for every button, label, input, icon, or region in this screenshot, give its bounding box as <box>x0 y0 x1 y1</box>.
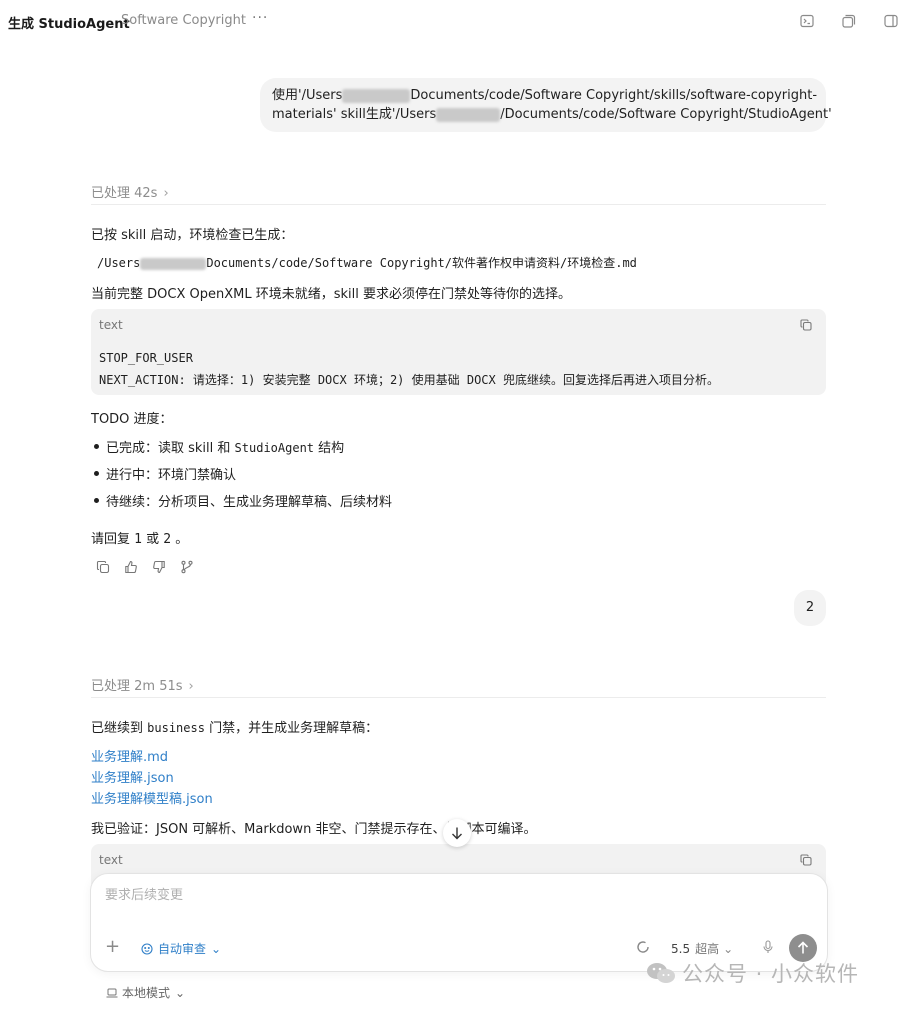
auto-review-label: 自动审查 <box>158 942 207 956</box>
local-mode-dropdown[interactable]: 本地模式 ⌄ <box>106 984 185 1001</box>
list-item-text: 待继续：分析项目、生成业务理解草稿、后续材料 <box>106 495 393 510</box>
scroll-to-bottom-button[interactable] <box>443 819 471 847</box>
chevron-down-icon: ⌄ <box>175 986 186 1000</box>
processed-label: 已处理 42s <box>91 186 158 201</box>
model-selector[interactable]: 5.5 超高 ⌄ <box>671 940 733 957</box>
file-path: /Users Documents/code/Software Copyright/… <box>97 254 637 271</box>
local-mode-label: 本地模式 <box>122 986 171 1000</box>
copy-icon[interactable] <box>800 319 812 331</box>
assistant-text: 已按 skill 启动，环境检查已生成： <box>91 228 294 243</box>
processed-duration-toggle[interactable]: 已处理 2m 51s › <box>91 675 194 694</box>
message-text: 使用'/Users <box>272 88 343 103</box>
watermark-text: 公众号 · 小众软件 <box>682 962 860 986</box>
chevron-right-icon: › <box>188 679 194 694</box>
todo-title: TODO 进度： <box>91 412 173 427</box>
thumbs-up-icon[interactable] <box>124 560 138 574</box>
code-language-label: text <box>99 853 123 867</box>
redacted-text <box>342 88 411 103</box>
path-text: /Users <box>97 256 141 270</box>
message-text: 我已验证：JSON 可解析、Markdown 非空、门禁提示存在、校 <box>91 822 459 837</box>
list-item-text: 结构 <box>314 441 345 456</box>
user-message: 2 <box>794 590 826 626</box>
assistant-text: 已继续到 business 门禁，并生成业务理解草稿： <box>91 717 378 736</box>
arrow-up-icon <box>797 941 809 954</box>
message-text: 门禁，并生成业务理解草稿： <box>204 721 379 736</box>
inline-code: 2 <box>163 532 172 547</box>
redacted-text <box>140 257 207 270</box>
chevron-right-icon: › <box>163 186 169 201</box>
arrow-down-icon <box>452 827 462 840</box>
terminal-icon[interactable] <box>800 14 814 28</box>
file-link[interactable]: 业务理解.json <box>91 767 174 786</box>
auto-review-icon <box>141 943 153 955</box>
copy-icon[interactable] <box>96 560 110 574</box>
reply-prompt: 请回复 1 或 2 。 <box>91 528 188 547</box>
auto-review-dropdown[interactable]: 自动审查 ⌄ <box>141 940 221 957</box>
copy-icon[interactable] <box>800 854 812 866</box>
microphone-icon[interactable] <box>761 940 775 954</box>
laptop-icon <box>106 988 118 998</box>
message-text: materials' skill生成'/Users <box>272 107 437 122</box>
project-name[interactable]: Software Copyright <box>121 13 246 28</box>
inline-code: business <box>147 721 205 735</box>
path-text: Documents/code/Software Copyright/软件著作权申… <box>206 256 637 270</box>
prompt-text: 。 <box>171 532 189 547</box>
chevron-down-icon: ⌄ <box>211 942 222 956</box>
chevron-down-icon: ⌄ <box>723 942 734 956</box>
code-language-label: text <box>99 318 123 332</box>
effort-label: 超高 <box>695 942 720 956</box>
branch-icon[interactable] <box>180 560 194 574</box>
user-message-line: materials' skill生成'/Users/Documents/code… <box>272 105 832 124</box>
prompt-text: 请回复 <box>91 532 135 547</box>
assistant-text: 当前完整 DOCX OpenXML 环境未就绪，skill 要求必须停在门禁处等… <box>91 287 571 302</box>
divider <box>91 204 826 205</box>
windows-icon[interactable] <box>842 14 856 28</box>
top-bar: 生成 StudioAgent Software Copyright ··· <box>0 0 924 42</box>
code-line: STOP_FOR_USER <box>99 351 193 365</box>
sidebar-toggle-icon[interactable] <box>884 14 898 28</box>
inline-code: 1 <box>134 532 142 547</box>
inline-code: StudioAgent <box>234 441 315 455</box>
file-link[interactable]: 业务理解.md <box>91 746 168 765</box>
processed-duration-toggle[interactable]: 已处理 42s › <box>91 182 169 201</box>
list-item-text: 已完成：读取 skill 和 <box>106 441 235 456</box>
list-item-text: 进行中：环境门禁确认 <box>106 468 237 483</box>
message-text: 已继续到 <box>91 721 148 736</box>
watermark: 公众号 · 小众软件 <box>646 958 859 988</box>
more-options-button[interactable]: ··· <box>252 10 268 26</box>
processed-label: 已处理 2m 51s <box>91 679 183 694</box>
wechat-logo-icon <box>647 963 675 983</box>
code-block: text STOP_FOR_USER NEXT_ACTION: 请选择：1) 安… <box>91 309 826 395</box>
divider <box>91 697 826 698</box>
thumbs-down-icon[interactable] <box>152 560 166 574</box>
list-item: 已完成：读取 skill 和 StudioAgent 结构 <box>94 437 344 456</box>
message-text: /Documents/code/Software Copyright/Studi… <box>500 107 832 122</box>
prompt-text: 或 <box>141 532 164 547</box>
window-title: 生成 StudioAgent <box>8 17 130 32</box>
list-item: 进行中：环境门禁确认 <box>94 464 236 483</box>
message-input[interactable] <box>103 887 807 904</box>
user-message: 使用'/Users Documents/code/Software Copyrig… <box>260 78 832 132</box>
list-item: 待继续：分析项目、生成业务理解草稿、后续材料 <box>94 491 392 510</box>
user-message-line: 使用'/Users Documents/code/Software Copyrig… <box>272 86 817 105</box>
code-line: NEXT_ACTION: 请选择：1) 安装完整 DOCX 环境；2) 使用基础… <box>99 373 719 387</box>
file-link[interactable]: 业务理解模型稿.json <box>91 788 213 807</box>
redacted-text <box>436 107 501 122</box>
add-attachment-button[interactable]: + <box>105 938 120 956</box>
loading-spinner-icon <box>637 941 649 953</box>
message-text: Documents/code/Software Copyright/skills… <box>410 88 818 103</box>
model-label: 5.5 <box>671 942 691 956</box>
